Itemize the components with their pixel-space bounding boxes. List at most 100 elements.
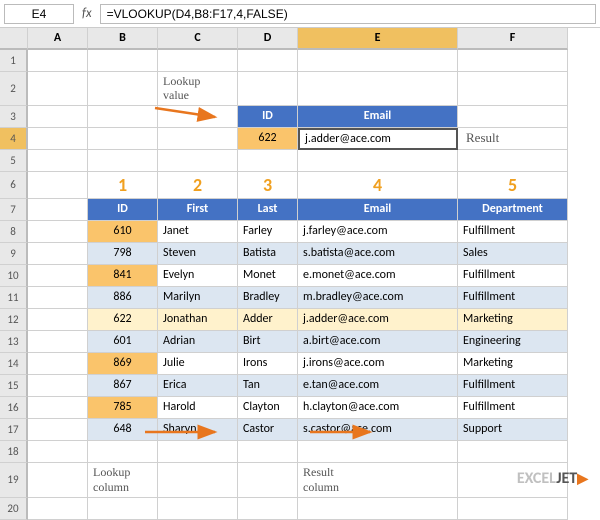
r3-e: Email: [298, 106, 458, 128]
r20-b: [88, 498, 158, 520]
r14-e: j.irons@ace.com: [298, 353, 458, 375]
col-header-b[interactable]: B: [88, 28, 158, 50]
r10-f: Fulfillment: [458, 265, 568, 287]
r14-c: Julie: [158, 353, 238, 375]
r10-c: Evelyn: [158, 265, 238, 287]
col-header-f[interactable]: F: [458, 28, 568, 50]
r3-c: [158, 106, 238, 128]
r12-e: j.adder@ace.com: [298, 309, 458, 331]
r19-d: [238, 463, 298, 498]
r20-c: [158, 498, 238, 520]
r3-b: [88, 106, 158, 128]
r5-e: [298, 150, 458, 172]
col-header-rownum: [0, 28, 28, 50]
r4-e[interactable]: j.adder@ace.com: [298, 128, 458, 150]
r7-b: ID: [88, 199, 158, 221]
r11-f: Fulfillment: [458, 287, 568, 309]
r16-e: h.clayton@ace.com: [298, 397, 458, 419]
spreadsheet-grid: A B C D E F 1 2 Lookupvalue 3 ID Email 4…: [0, 28, 600, 520]
col-header-e[interactable]: E: [298, 28, 458, 50]
r10-b: 841: [88, 265, 158, 287]
r3-d: ID: [238, 106, 298, 128]
r1-c: [158, 50, 238, 72]
r8-f: Fulfillment: [458, 221, 568, 243]
r1-e: [298, 50, 458, 72]
row-12-num: 12: [0, 309, 28, 331]
row-11-num: 11: [0, 287, 28, 309]
r5-c: [158, 150, 238, 172]
r16-f: Fulfillment: [458, 397, 568, 419]
r12-c: Jonathan: [158, 309, 238, 331]
r6-f: 5: [458, 172, 568, 199]
row-1-num: 1: [0, 50, 28, 72]
r18-b: [88, 441, 158, 463]
r10-a: [28, 265, 88, 287]
r4-a: [28, 128, 88, 150]
exceljet-logo: EXCELJET▶: [517, 469, 588, 488]
r3-f: [458, 106, 568, 128]
r1-f: [458, 50, 568, 72]
r5-b: [88, 150, 158, 172]
row-20-num: 20: [0, 498, 28, 520]
row-2-num: 2: [0, 72, 28, 106]
r5-d: [238, 150, 298, 172]
r19-c: [158, 463, 238, 498]
r11-d: Bradley: [238, 287, 298, 309]
r17-d: Castor: [238, 419, 298, 441]
r13-f: Engineering: [458, 331, 568, 353]
row-9-num: 9: [0, 243, 28, 265]
r14-d: Irons: [238, 353, 298, 375]
r7-c: First: [158, 199, 238, 221]
r11-e: m.bradley@ace.com: [298, 287, 458, 309]
r15-d: Tan: [238, 375, 298, 397]
r15-b: 867: [88, 375, 158, 397]
r19-e: Resultcolumn: [298, 463, 458, 498]
formula-input[interactable]: [100, 4, 596, 24]
r2-b: [88, 72, 158, 106]
r17-a: [28, 419, 88, 441]
r10-e: e.monet@ace.com: [298, 265, 458, 287]
col-header-d[interactable]: D: [238, 28, 298, 50]
r16-c: Harold: [158, 397, 238, 419]
row-6-num: 6: [0, 172, 28, 199]
row-19-num: 19: [0, 463, 28, 498]
r17-e: s.castor@ace.com: [298, 419, 458, 441]
r6-c: 2: [158, 172, 238, 199]
r11-a: [28, 287, 88, 309]
col-header-a[interactable]: A: [28, 28, 88, 50]
row-14-num: 14: [0, 353, 28, 375]
r4-c: [158, 128, 238, 150]
r4-b: [88, 128, 158, 150]
r16-b: 785: [88, 397, 158, 419]
fx-label: fx: [78, 6, 96, 21]
r20-f: [458, 498, 568, 520]
name-box[interactable]: [4, 4, 74, 24]
r8-e: j.farley@ace.com: [298, 221, 458, 243]
r2-a: [28, 72, 88, 106]
r18-d: [238, 441, 298, 463]
r18-a: [28, 441, 88, 463]
r2-d: [238, 72, 298, 106]
row-7-num: 7: [0, 199, 28, 221]
r9-f: Sales: [458, 243, 568, 265]
row-4-num: 4: [0, 128, 28, 150]
r2-e: [298, 72, 458, 106]
r6-a: [28, 172, 88, 199]
r8-c: Janet: [158, 221, 238, 243]
r2-c: Lookupvalue: [158, 72, 238, 106]
row-16-num: 16: [0, 397, 28, 419]
r9-a: [28, 243, 88, 265]
row-13-num: 13: [0, 331, 28, 353]
r8-d: Farley: [238, 221, 298, 243]
row-10-num: 10: [0, 265, 28, 287]
r15-a: [28, 375, 88, 397]
r14-f: Marketing: [458, 353, 568, 375]
r18-e: [298, 441, 458, 463]
r12-d: Adder: [238, 309, 298, 331]
r10-d: Monet: [238, 265, 298, 287]
r1-d: [238, 50, 298, 72]
r11-c: Marilyn: [158, 287, 238, 309]
r15-f: Fulfillment: [458, 375, 568, 397]
r7-f: Department: [458, 199, 568, 221]
col-header-c[interactable]: C: [158, 28, 238, 50]
